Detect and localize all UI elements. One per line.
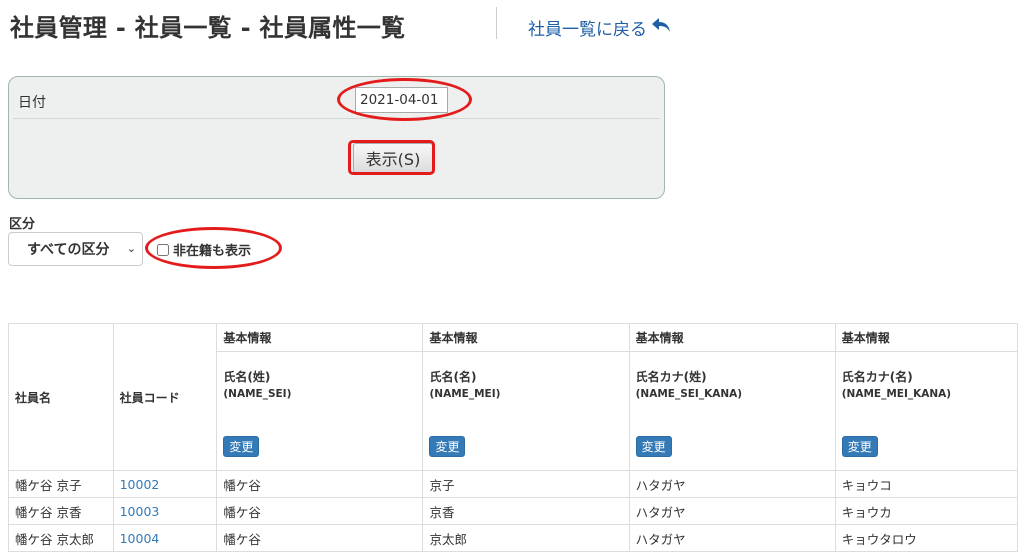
employee-code-link[interactable]: 10002 <box>120 477 160 492</box>
attribute-value: キョウコ <box>834 470 1018 498</box>
back-link-label: 社員一覧に戻る <box>528 20 647 40</box>
table-row: 幡ケ谷 京香 10003 幡ケ谷 京香 ハタガヤ キョウカ <box>8 497 1018 525</box>
col-header-code: 社員コード <box>112 323 218 471</box>
attribute-value: ハタガヤ <box>628 470 836 498</box>
table-row: 幡ケ谷 京子 10002 幡ケ谷 京子 ハタガヤ キョウコ <box>8 470 1018 498</box>
attribute-value: キョウタロウ <box>834 524 1018 552</box>
include-inactive-label: 非在籍も表示 <box>173 244 252 259</box>
table-row: 幡ケ谷 京太郎 10004 幡ケ谷 京太郎 ハタガヤ キョウタロウ <box>8 524 1018 552</box>
employee-code-link[interactable]: 10004 <box>120 531 160 546</box>
date-label: 日付 <box>18 95 46 111</box>
field-label: 氏名カナ(名) <box>841 370 913 384</box>
attribute-value: 幡ケ谷 <box>216 497 424 525</box>
field-label: 氏名(名) <box>429 370 477 384</box>
back-to-employee-list-link[interactable]: 社員一覧に戻る <box>528 15 671 40</box>
col-header-name: 社員名 <box>8 323 114 471</box>
employee-name: 幡ケ谷 京太郎 <box>8 524 114 552</box>
employee-code-cell: 10004 <box>112 524 218 552</box>
employee-name: 幡ケ谷 京香 <box>8 497 114 525</box>
field-code: (NAME_MEI) <box>429 388 501 400</box>
employee-attribute-table: 社員名 社員コード 基本情報 基本情報 基本情報 基本情報 氏名(姓) (NAM… <box>8 323 1018 552</box>
attribute-value: 京香 <box>422 497 630 525</box>
field-header-name-sei: 氏名(姓) (NAME_SEI) 変更 <box>216 351 424 471</box>
employee-code-cell: 10002 <box>112 470 218 498</box>
change-button-name-mei-kana[interactable]: 変更 <box>841 436 878 457</box>
group-header: 基本情報 <box>834 323 1018 352</box>
field-label: 氏名カナ(姓) <box>635 370 707 384</box>
field-header-name-sei-kana: 氏名カナ(姓) (NAME_SEI_KANA) 変更 <box>628 351 836 471</box>
attribute-value: 京子 <box>422 470 630 498</box>
include-inactive-checkbox[interactable] <box>157 243 169 256</box>
field-code: (NAME_SEI) <box>223 388 292 400</box>
attribute-value: 幡ケ谷 <box>216 524 424 552</box>
field-header-name-mei-kana: 氏名カナ(名) (NAME_MEI_KANA) 変更 <box>834 351 1018 471</box>
group-header: 基本情報 <box>628 323 836 352</box>
division-select[interactable]: すべての区分 ⌄ <box>8 232 143 266</box>
date-input[interactable] <box>355 87 448 113</box>
division-label: 区分 <box>9 217 36 232</box>
panel-divider <box>13 118 660 119</box>
attribute-value: 京太郎 <box>422 524 630 552</box>
search-panel: 日付 表示(S) <box>8 76 665 199</box>
field-label: 氏名(姓) <box>223 370 271 384</box>
attribute-value: キョウカ <box>834 497 1018 525</box>
change-button-name-sei-kana[interactable]: 変更 <box>635 436 672 457</box>
field-code: (NAME_SEI_KANA) <box>635 388 743 400</box>
title-divider <box>496 7 497 39</box>
employee-code-link[interactable]: 10003 <box>120 504 160 519</box>
field-code: (NAME_MEI_KANA) <box>841 388 952 400</box>
change-button-name-mei[interactable]: 変更 <box>429 436 466 457</box>
attribute-value: ハタガヤ <box>628 524 836 552</box>
reply-arrow-icon <box>651 17 671 38</box>
group-header: 基本情報 <box>216 323 424 352</box>
change-button-name-sei[interactable]: 変更 <box>223 436 260 457</box>
page-title: 社員管理 - 社員一覧 - 社員属性一覧 <box>10 14 406 42</box>
attribute-value: ハタガヤ <box>628 497 836 525</box>
employee-name: 幡ケ谷 京子 <box>8 470 114 498</box>
show-button[interactable]: 表示(S) <box>353 143 433 173</box>
include-inactive-toggle[interactable]: 非在籍も表示 <box>157 240 251 259</box>
attribute-value: 幡ケ谷 <box>216 470 424 498</box>
group-header: 基本情報 <box>422 323 630 352</box>
chevron-down-icon: ⌄ <box>126 242 136 255</box>
division-selected-value: すべての区分 <box>27 242 110 258</box>
field-header-name-mei: 氏名(名) (NAME_MEI) 変更 <box>422 351 630 471</box>
employee-code-cell: 10003 <box>112 497 218 525</box>
